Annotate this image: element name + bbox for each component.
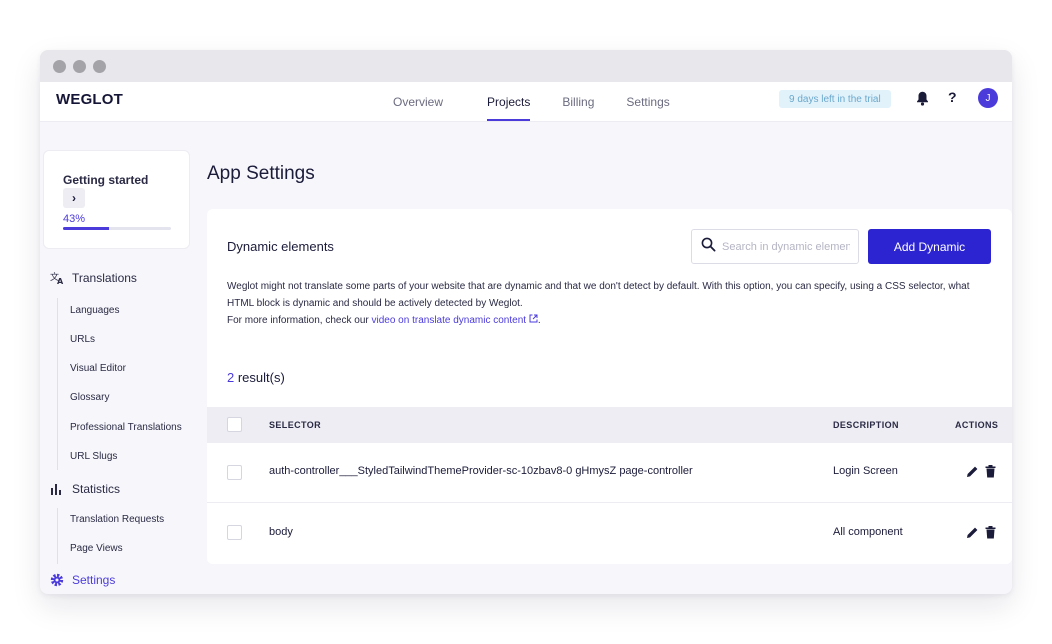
sidebar-section-label: Translations — [72, 271, 137, 285]
pencil-icon[interactable] — [966, 526, 979, 544]
sidebar-section-label: Statistics — [72, 482, 121, 496]
description-text: Weglot might not translate some parts of… — [227, 281, 970, 309]
sidebar-item-glossary[interactable]: Glossary — [70, 392, 109, 403]
trash-icon[interactable] — [985, 465, 996, 483]
svg-text:A: A — [57, 277, 64, 285]
browser-window: WEGLOT Overview Projects Billing Setting… — [40, 50, 1012, 594]
pencil-icon[interactable] — [966, 465, 979, 483]
trial-badge[interactable]: 9 days left in the trial — [779, 90, 891, 108]
sidebar-section-statistics[interactable]: Statistics — [50, 482, 120, 496]
column-header-selector[interactable]: SELECTOR — [269, 420, 321, 430]
panel-title: Dynamic elements — [227, 239, 334, 254]
description: Weglot might not translate some parts of… — [227, 278, 987, 329]
avatar[interactable]: J — [978, 88, 998, 108]
page-title: App Settings — [207, 163, 315, 184]
result-label: result(s) — [234, 370, 285, 385]
column-header-description[interactable]: DESCRIPTION — [833, 420, 899, 430]
main-tabs: Overview Projects Billing Settings — [393, 82, 670, 122]
sidebar-section-settings[interactable]: Settings — [50, 573, 115, 587]
sidebar-item-languages[interactable]: Languages — [70, 305, 120, 316]
sidebar-item-translation-requests[interactable]: Translation Requests — [70, 514, 164, 525]
tab-billing[interactable]: Billing — [562, 82, 594, 122]
top-navigation: WEGLOT Overview Projects Billing Setting… — [40, 82, 1012, 122]
window-maximize-dot[interactable] — [93, 59, 106, 73]
select-all-checkbox[interactable] — [227, 417, 242, 432]
sidebar-item-professional-translations[interactable]: Professional Translations — [70, 422, 182, 433]
tab-settings[interactable]: Settings — [626, 82, 669, 122]
bell-icon[interactable] — [916, 91, 929, 111]
video-link-label: video on translate dynamic content — [371, 315, 527, 326]
window-close-dot[interactable] — [53, 59, 66, 73]
search-box[interactable] — [691, 229, 859, 264]
sidebar-item-page-views[interactable]: Page Views — [70, 543, 123, 554]
trash-icon[interactable] — [985, 526, 996, 544]
more-info-suffix: . — [537, 315, 541, 326]
dynamic-content-video-link[interactable]: video on translate dynamic content — [371, 314, 538, 326]
sidebar-item-visual-editor[interactable]: Visual Editor — [70, 363, 126, 374]
table-row[interactable]: auth-controller___StyledTailwindThemePro… — [207, 443, 1012, 503]
description-more-info: For more information, check our video on… — [227, 312, 987, 329]
getting-started-title: Getting started — [63, 173, 149, 187]
tab-projects[interactable]: Projects — [487, 82, 531, 122]
external-link-icon — [529, 314, 538, 326]
sidebar-section-translations[interactable]: 文A Translations — [50, 271, 137, 285]
sidebar-item-urls[interactable]: URLs — [70, 334, 95, 345]
getting-started-card[interactable]: Getting started › 43% — [43, 150, 190, 249]
window-titlebar — [40, 50, 1012, 82]
progress-bar — [63, 227, 171, 230]
tab-overview[interactable]: Overview — [393, 82, 443, 122]
gear-icon — [50, 573, 66, 587]
chevron-right-icon[interactable]: › — [63, 188, 85, 208]
window-minimize-dot[interactable] — [73, 59, 86, 73]
statistics-submenu: Translation Requests Page Views — [57, 508, 164, 564]
dynamic-elements-panel: Dynamic elements Add Dynamic Weglot migh… — [207, 209, 1012, 564]
progress-percent: 43% — [63, 213, 86, 225]
sidebar-item-url-slugs[interactable]: URL Slugs — [70, 451, 117, 462]
sidebar-section-label: Settings — [72, 573, 116, 587]
translate-icon: 文A — [50, 271, 66, 285]
table-header: SELECTOR DESCRIPTION ACTIONS — [207, 407, 1012, 443]
row-description: All component — [833, 526, 903, 538]
translations-submenu: Languages URLs Visual Editor Glossary Pr… — [57, 298, 182, 470]
row-description: Login Screen — [833, 465, 898, 477]
row-selector: auth-controller___StyledTailwindThemePro… — [269, 465, 693, 477]
row-checkbox[interactable] — [227, 465, 242, 480]
search-icon — [701, 237, 716, 257]
row-actions — [966, 465, 996, 483]
weglot-logo[interactable]: WEGLOT — [56, 91, 123, 108]
add-dynamic-button[interactable]: Add Dynamic — [868, 229, 991, 264]
result-count: 2 result(s) — [227, 370, 285, 385]
row-selector: body — [269, 526, 293, 538]
row-actions — [966, 526, 996, 544]
bar-chart-icon — [50, 483, 66, 495]
help-icon[interactable]: ? — [948, 89, 957, 105]
column-header-actions: ACTIONS — [955, 420, 999, 430]
more-info-prefix: For more information, check our — [227, 315, 372, 326]
row-checkbox[interactable] — [227, 525, 242, 540]
progress-bar-fill — [63, 227, 110, 230]
search-input[interactable] — [722, 240, 850, 253]
table-row[interactable]: body All component — [207, 503, 1012, 563]
